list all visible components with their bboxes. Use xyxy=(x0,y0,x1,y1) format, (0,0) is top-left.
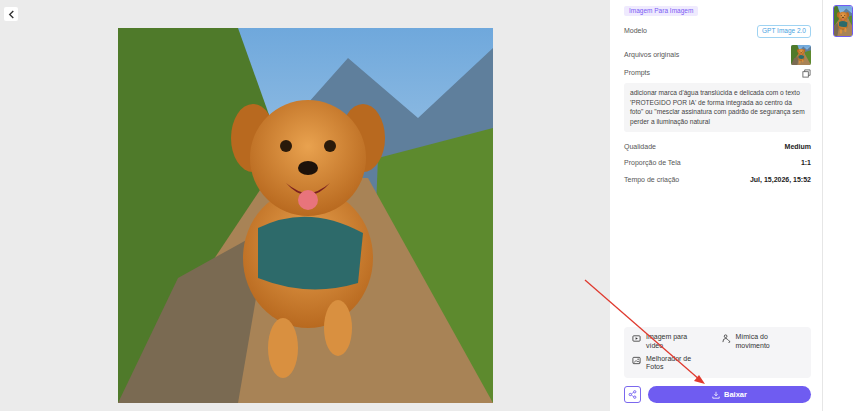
tool-item[interactable]: Mímica do movimento xyxy=(722,333,804,351)
prompts-label: Prompts xyxy=(624,68,650,79)
model-row: Modelo GPT Image 2.0 xyxy=(624,25,811,37)
history-image xyxy=(834,6,852,36)
photo xyxy=(118,28,493,403)
meta-value: Medium xyxy=(785,142,811,153)
download-button[interactable]: Baixar xyxy=(648,386,811,403)
originals-label: Arquivos originais xyxy=(624,50,679,61)
meta-row: Qualidade Medium xyxy=(624,142,811,153)
annotation-arrow xyxy=(0,0,855,411)
model-badge: GPT Image 2.0 xyxy=(757,25,811,37)
tool-item[interactable]: Imagem para vídeo xyxy=(632,333,714,351)
tools-box: Imagem para vídeo Mímica do movimento Melh… xyxy=(624,327,811,378)
copy-icon[interactable] xyxy=(802,69,811,78)
meta-label: Tempo de criação xyxy=(624,175,679,186)
photo-enhance-icon xyxy=(632,356,641,365)
tool-label: Imagem para vídeo xyxy=(646,333,698,351)
original-image xyxy=(791,45,811,65)
originals-row: Arquivos originais xyxy=(624,45,811,65)
meta-value: 1:1 xyxy=(801,158,811,169)
meta-row: Tempo de criação Jul, 15,2026, 15:52 xyxy=(624,175,811,186)
mode-badge: Imagem Para Imagem xyxy=(624,6,698,16)
chevron-left-icon xyxy=(7,10,16,19)
prompts-row: Prompts xyxy=(624,68,811,79)
tool-label: Melhorador de Fotos xyxy=(646,355,698,373)
history-strip xyxy=(822,0,855,411)
motion-icon xyxy=(722,334,731,343)
meta-row: Proporção de Tela 1:1 xyxy=(624,158,811,169)
tool-item[interactable]: Melhorador de Fotos xyxy=(632,355,714,373)
share-button[interactable] xyxy=(624,386,641,403)
action-bar: Baixar xyxy=(624,386,811,403)
back-button[interactable] xyxy=(4,7,18,21)
prompt-text: adicionar marca d'água translúcida e del… xyxy=(624,83,811,131)
tool-label: Mímica do movimento xyxy=(736,333,788,351)
download-icon xyxy=(712,391,720,399)
meta-label: Proporção de Tela xyxy=(624,158,681,169)
details-panel: Imagem Para Imagem Modelo GPT Image 2.0 Arq… xyxy=(610,0,822,411)
meta-value: Jul, 15,2026, 15:52 xyxy=(750,175,811,186)
model-label: Modelo xyxy=(624,26,647,37)
download-label: Baixar xyxy=(724,390,747,399)
share-icon xyxy=(628,390,637,399)
video-icon xyxy=(632,334,641,343)
original-thumbnail[interactable] xyxy=(791,45,811,65)
meta-label: Qualidade xyxy=(624,142,656,153)
history-thumbnail[interactable] xyxy=(833,5,853,37)
preview-area xyxy=(0,0,610,411)
